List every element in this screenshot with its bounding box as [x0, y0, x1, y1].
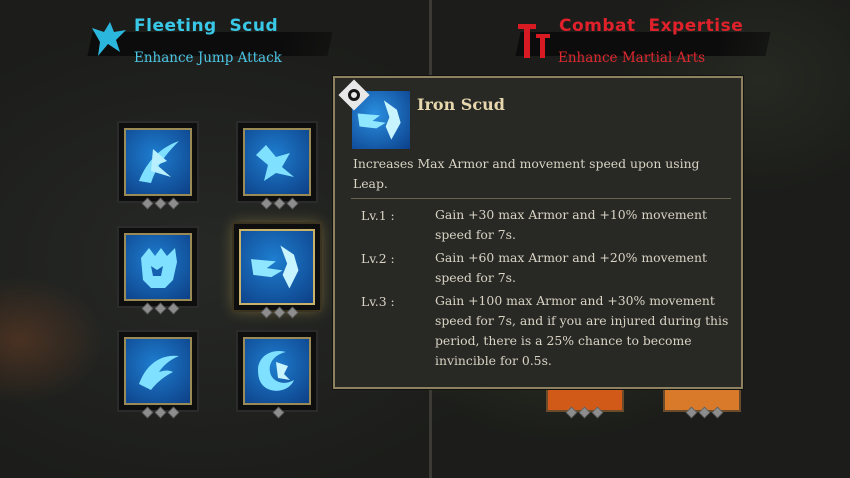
level-pip: [260, 197, 273, 210]
skill-slot-diving-bird[interactable]: [238, 123, 316, 201]
beast-armor-icon: [141, 248, 177, 288]
level-pip: [154, 406, 167, 419]
level-pip: [260, 306, 273, 319]
skill-level-pips: [565, 406, 604, 419]
level-pip: [167, 197, 180, 210]
skill-slot-spiral-bird[interactable]: [238, 332, 316, 410]
ring-badge-inner: [348, 89, 360, 101]
skill-slot-iron-scud-selected[interactable]: [234, 224, 320, 310]
skill-level-pips: [685, 406, 724, 419]
tooltip-skill-name: Iron Scud: [417, 95, 505, 114]
spiral-bird-icon: [258, 350, 294, 391]
level-1-label: Lv.1 :: [361, 208, 395, 223]
level-pip: [167, 302, 180, 315]
tooltip-separator: [351, 198, 731, 199]
level-pip: [286, 306, 299, 319]
skill-level-pips: [141, 197, 180, 210]
skill-level-pips: [141, 302, 180, 315]
level-pip: [565, 406, 578, 419]
right-tree-title: Combat Expertise: [559, 16, 744, 36]
right-tree-subtitle: Enhance Martial Arts: [558, 50, 706, 66]
level-3-text: Gain +100 max Armor and +30% movement sp…: [435, 293, 729, 368]
left-tree-header[interactable]: Fleeting Scud Enhance Jump Attack: [80, 0, 380, 66]
level-pip: [578, 406, 591, 419]
level-pip: [711, 406, 724, 419]
level-pip: [685, 406, 698, 419]
level-pip: [698, 406, 711, 419]
wing-icon: [139, 355, 179, 390]
level-2-label: Lv.2 :: [361, 251, 395, 266]
skill-tooltip: Iron Scud Increases Max Armor and moveme…: [333, 76, 743, 389]
red-swords-emblem-icon: [518, 24, 550, 58]
skill-slot-wing[interactable]: [119, 332, 197, 410]
diving-bird-icon: [256, 145, 294, 181]
tooltip-description: Increases Max Armor and movement speed u…: [353, 156, 700, 191]
level-pip: [141, 302, 154, 315]
level-pip: [141, 406, 154, 419]
skill-level-pips: [272, 406, 285, 419]
level-pip: [273, 197, 286, 210]
slash-bird-icon: [139, 141, 179, 183]
level-pip: [286, 197, 299, 210]
skill-slot-beast-armor[interactable]: [119, 228, 197, 306]
right-tree-header[interactable]: Combat Expertise Enhance Martial Arts: [508, 0, 808, 66]
level-pip: [167, 406, 180, 419]
left-tree-subtitle: Enhance Jump Attack: [134, 50, 282, 66]
level-pip: [273, 306, 286, 319]
level-pip: [591, 406, 604, 419]
level-pip: [272, 406, 285, 419]
blue-bird-emblem-icon: [92, 22, 126, 56]
iron-scud-icon: [251, 245, 299, 289]
skill-level-pips: [141, 406, 180, 419]
skill-level-pips: [260, 197, 299, 210]
level-pip: [154, 197, 167, 210]
skill-level-pips: [260, 306, 299, 319]
level-pip: [141, 197, 154, 210]
left-tree-title: Fleeting Scud: [134, 16, 279, 36]
level-pip: [154, 302, 167, 315]
level-1-text: Gain +30 max Armor and +10% movement spe…: [435, 207, 707, 242]
skill-slot-slash-bird[interactable]: [119, 123, 197, 201]
level-2-text: Gain +60 max Armor and +20% movement spe…: [435, 250, 707, 285]
level-3-label: Lv.3 :: [361, 294, 395, 309]
